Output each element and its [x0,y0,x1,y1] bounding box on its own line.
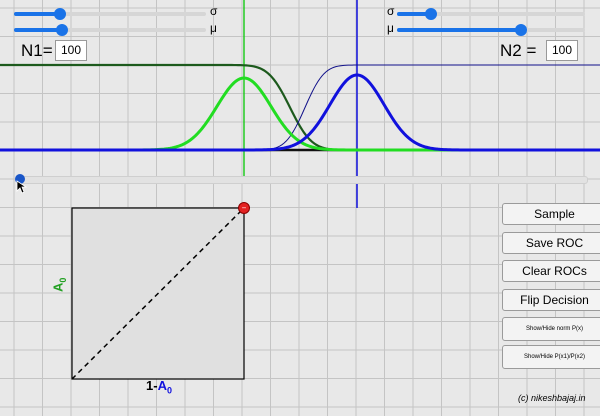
sample-button[interactable]: Sample [502,203,600,225]
n1-label: N1= [21,41,53,60]
sigma2-slider[interactable] [397,8,585,20]
mu2-slider[interactable] [397,24,585,36]
mu1-slider-thumb[interactable] [56,24,68,36]
sigma1-symbol: σ [210,4,218,18]
clear-rocs-button[interactable]: Clear ROCs [502,260,600,282]
show-ratio-button[interactable]: Show/Hide P(x1)/P(x2) [502,345,600,369]
mu2-symbol: μ [387,21,394,35]
flip-decision-button[interactable]: Flip Decision [502,289,600,311]
roc-x-label: 1-A0 [146,378,172,396]
mu2-slider-thumb[interactable] [515,24,528,36]
save-roc-button[interactable]: Save ROC [502,232,600,254]
app-canvas: − σ μ σ μ N1= 100 N2 = 100 A0 1-A0 Sampl… [0,0,600,416]
cursor-icon [16,180,28,194]
svg-text:−: − [242,204,247,213]
sigma1-slider-thumb[interactable] [54,8,67,20]
mu1-symbol: μ [210,21,217,35]
threshold-slider[interactable] [18,176,588,184]
sigma2-slider-thumb[interactable] [424,8,437,20]
mu1-slider[interactable] [14,24,206,36]
show-norm-button[interactable]: Show/Hide norm P(x) [502,317,600,341]
sigma2-symbol: σ [387,4,395,18]
credit-text: (c) nikeshbajaj.in [518,393,586,403]
n2-input[interactable]: 100 [546,40,578,61]
sigma1-slider[interactable] [14,8,206,20]
n1-input[interactable]: 100 [55,40,87,61]
n2-label: N2 = [500,41,537,60]
roc-y-label: A0 [50,277,68,292]
